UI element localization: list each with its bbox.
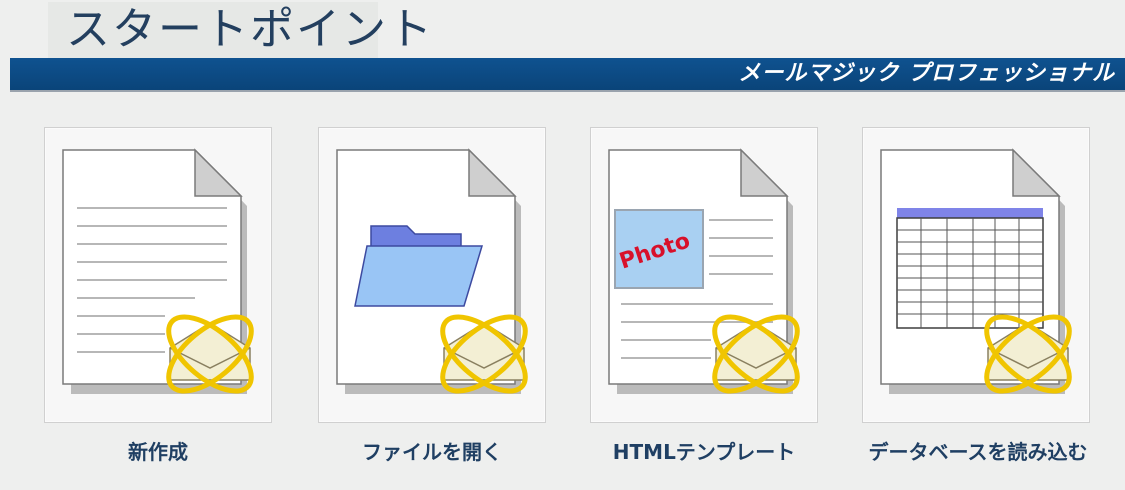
new-document-card[interactable]: [44, 127, 272, 423]
product-name: メールマジック プロフェッショナル: [738, 61, 1115, 86]
html-template-card[interactable]: Photo: [590, 127, 818, 423]
start-point-screen: スタートポイント メールマジック プロフェッショナル 新作成 ファイルを開く P…: [0, 0, 1125, 490]
new-document-label[interactable]: 新作成: [44, 440, 272, 464]
database-import-card[interactable]: [862, 127, 1090, 423]
html-template-icon: Photo: [608, 148, 800, 394]
open-file-label[interactable]: ファイルを開く: [318, 440, 546, 464]
html-template-label[interactable]: HTMLテンプレート: [590, 440, 818, 464]
product-banner: メールマジック プロフェッショナル: [10, 58, 1125, 92]
open-file-card[interactable]: [318, 127, 546, 423]
new-document-icon: [62, 148, 254, 394]
database-import-label[interactable]: データベースを読み込む: [848, 440, 1108, 464]
database-table-icon: [880, 148, 1072, 394]
open-folder-icon: [336, 148, 528, 394]
page-title: スタートポイント: [66, 4, 434, 55]
